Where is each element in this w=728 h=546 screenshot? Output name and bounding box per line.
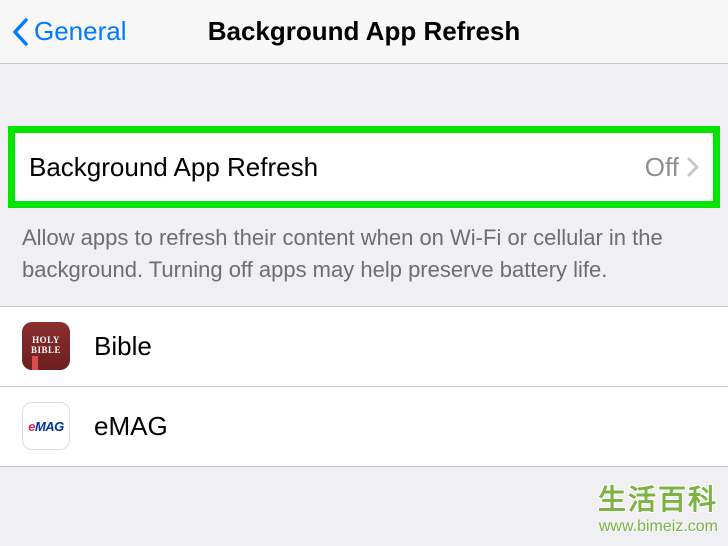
navigation-bar: General Background App Refresh: [0, 0, 728, 64]
chevron-right-icon: [687, 157, 699, 177]
highlighted-setting-row: Background App Refresh Off: [8, 126, 720, 208]
setting-value-group: Off: [645, 152, 699, 183]
page-title: Background App Refresh: [208, 16, 521, 47]
emag-app-icon: eMAG: [22, 402, 70, 450]
setting-label: Background App Refresh: [29, 152, 318, 183]
setting-description: Allow apps to refresh their content when…: [0, 208, 728, 306]
watermark: 生活百科 www.bimeiz.com: [598, 478, 718, 536]
back-label: General: [34, 16, 127, 47]
chevron-left-icon: [12, 18, 30, 46]
app-label: Bible: [94, 331, 152, 362]
bible-app-icon: HOLY BIBLE: [22, 322, 70, 370]
back-button[interactable]: General: [12, 16, 127, 47]
app-label: eMAG: [94, 411, 168, 442]
app-list: HOLY BIBLE Bible eMAG eMAG: [0, 306, 728, 467]
watermark-url: www.bimeiz.com: [598, 518, 718, 536]
spacer: [0, 64, 728, 126]
setting-value: Off: [645, 152, 679, 183]
app-row-bible[interactable]: HOLY BIBLE Bible: [0, 307, 728, 387]
app-row-emag[interactable]: eMAG eMAG: [0, 387, 728, 467]
watermark-title: 生活百科: [598, 478, 718, 518]
background-app-refresh-row[interactable]: Background App Refresh Off: [15, 133, 713, 201]
